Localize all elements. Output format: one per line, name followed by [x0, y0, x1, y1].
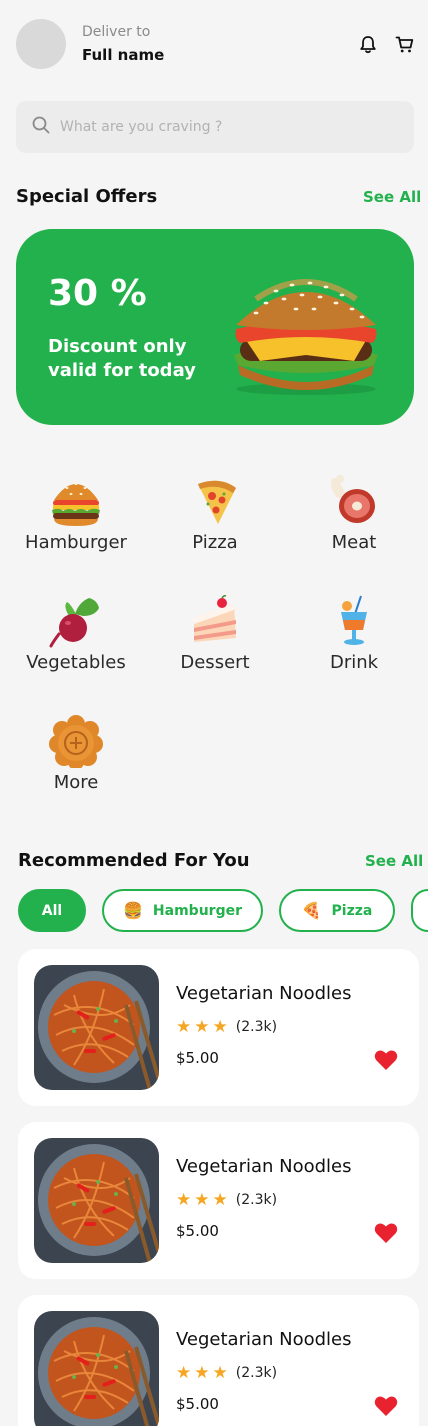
category-label: Drink: [329, 652, 379, 673]
recommended-title: Recommended For You: [18, 850, 250, 871]
star-icon: ★: [194, 1017, 210, 1037]
food-card[interactable]: Vegetarian Noodles ★ ★ ★ (2.3k) $5.00: [18, 1295, 419, 1426]
food-card[interactable]: Vegetarian Noodles ★ ★ ★ (2.3k) $5.00: [18, 949, 419, 1106]
food-price: $5.00: [176, 1049, 219, 1067]
bell-icon[interactable]: [358, 34, 378, 54]
filter-chip-hamburger[interactable]: 🍔 Hamburger: [102, 889, 263, 932]
rating: ★ ★ ★ (2.3k): [176, 1017, 277, 1037]
cart-icon[interactable]: [394, 34, 414, 54]
banner-discount: 30 %: [48, 273, 147, 314]
food-image: [34, 965, 159, 1090]
category-label: Dessert: [180, 652, 250, 673]
hamburger-icon: 🍔: [123, 901, 143, 920]
food-card[interactable]: Vegetarian Noodles ★ ★ ★ (2.3k) $5.00: [18, 1122, 419, 1279]
star-icon: ★: [194, 1190, 210, 1210]
heart-icon[interactable]: [374, 1395, 398, 1417]
pizza-icon: [188, 474, 242, 528]
category-more[interactable]: More: [11, 714, 141, 793]
search-icon: [32, 116, 50, 138]
heart-icon[interactable]: [374, 1222, 398, 1244]
recommended-see-all-link[interactable]: See All: [365, 852, 423, 870]
delivery-name[interactable]: Full name: [82, 46, 164, 64]
rating-count: (2.3k): [235, 1365, 278, 1381]
deliver-to-label: Deliver to: [82, 24, 151, 40]
category-label: Vegetables: [26, 652, 126, 673]
food-image: [34, 1311, 159, 1426]
search-input[interactable]: [60, 119, 380, 135]
category-dessert[interactable]: Dessert: [150, 594, 280, 673]
star-icon: ★: [212, 1363, 228, 1383]
category-pizza[interactable]: Pizza: [150, 474, 280, 553]
category-drink[interactable]: Drink: [289, 594, 419, 673]
food-name: Vegetarian Noodles: [176, 1329, 352, 1350]
chip-label: Hamburger: [152, 902, 242, 919]
beet-icon: [49, 594, 103, 648]
heart-icon[interactable]: [374, 1049, 398, 1071]
banner-description: Discount only valid for today: [48, 336, 196, 381]
category-hamburger[interactable]: Hamburger: [11, 474, 141, 553]
cake-icon: [188, 594, 242, 648]
chip-label: All: [41, 902, 63, 919]
category-label: Pizza: [192, 532, 238, 553]
star-icon: ★: [176, 1190, 192, 1210]
pizza-icon: 🍕: [301, 901, 322, 920]
hamburger-icon: [49, 474, 103, 528]
rating: ★ ★ ★ (2.3k): [176, 1363, 277, 1383]
chip-label: Pizza: [331, 902, 373, 919]
category-vegetables[interactable]: Vegetables: [11, 594, 141, 673]
food-price: $5.00: [176, 1222, 219, 1240]
food-name: Vegetarian Noodles: [176, 983, 352, 1004]
filter-chip-pizza[interactable]: 🍕 Pizza: [279, 889, 395, 932]
filter-chip-all[interactable]: All: [18, 889, 86, 932]
category-label: More: [53, 772, 99, 793]
food-image: [34, 1138, 159, 1263]
meat-icon: [327, 474, 381, 528]
special-offers-title: Special Offers: [16, 186, 158, 207]
burger-image: [234, 279, 378, 395]
star-icon: ★: [212, 1017, 228, 1037]
category-meat[interactable]: Meat: [289, 474, 419, 553]
star-icon: ★: [176, 1363, 192, 1383]
drink-icon: [327, 594, 381, 648]
star-icon: ★: [212, 1190, 228, 1210]
rating-count: (2.3k): [235, 1192, 278, 1208]
search-bar[interactable]: [16, 101, 414, 153]
food-name: Vegetarian Noodles: [176, 1156, 352, 1177]
rating-count: (2.3k): [235, 1019, 278, 1035]
special-offers-see-all-link[interactable]: See All: [363, 188, 421, 206]
category-label: Hamburger: [25, 532, 127, 553]
avatar[interactable]: [16, 19, 66, 69]
special-offer-banner[interactable]: 30 % Discount only valid for today: [16, 229, 414, 425]
filter-chip-more[interactable]: [411, 889, 428, 932]
mooncake-icon: [49, 714, 103, 770]
food-price: $5.00: [176, 1395, 219, 1413]
rating: ★ ★ ★ (2.3k): [176, 1190, 277, 1210]
star-icon: ★: [194, 1363, 210, 1383]
star-icon: ★: [176, 1017, 192, 1037]
category-label: Meat: [331, 532, 377, 553]
